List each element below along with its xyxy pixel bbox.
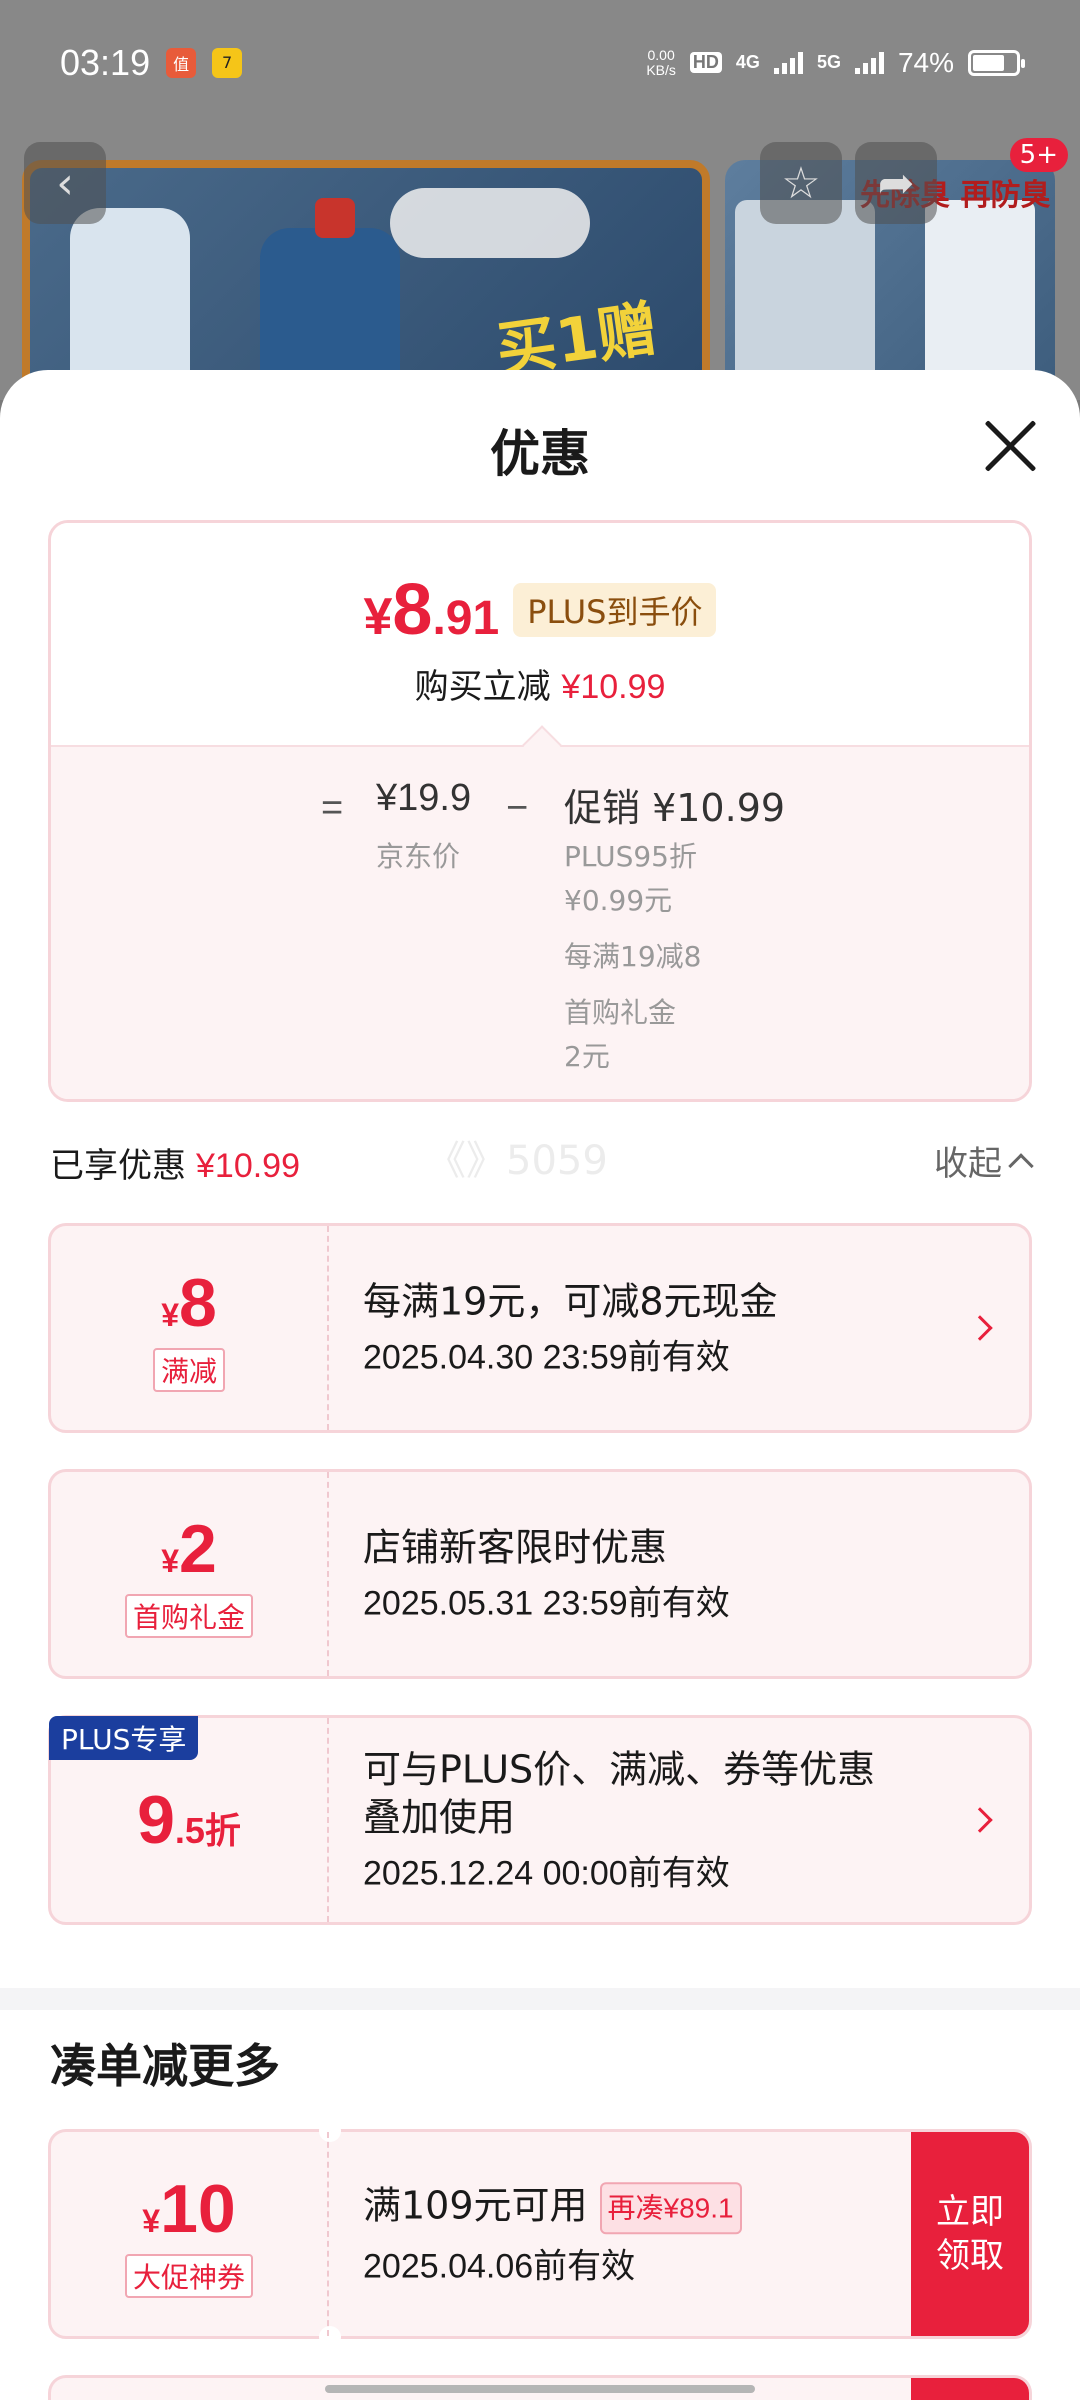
coupon-discount-int: 9	[137, 1782, 175, 1858]
coupon-amount-value: 10	[160, 2171, 236, 2247]
status-bar: 03:19 值 7 0.00 KB/s HD 4G 5G 74%	[0, 0, 1080, 125]
net-speed-value: 0.00	[647, 46, 675, 63]
enjoyed-value: ¥10.99	[196, 1147, 300, 1185]
battery-percent: 74%	[897, 46, 954, 78]
battery-level	[973, 54, 1005, 71]
home-indicator[interactable]	[325, 2385, 755, 2393]
coupon-validity: 2025.04.30 23:59前有效	[363, 1338, 730, 1377]
coupon-currency: ¥	[161, 1297, 179, 1333]
equals-sign: =	[321, 787, 344, 829]
coupon-validity: 2025.05.31 23:59前有效	[363, 1584, 730, 1623]
back-button[interactable]: ‹	[24, 142, 106, 224]
plus-price-tag: PLUS到手价	[513, 583, 717, 637]
section-title-more: 凑单减更多	[50, 2039, 280, 2093]
share-button[interactable]: ➦	[855, 142, 937, 224]
coupon-amount: ¥8	[161, 1264, 217, 1342]
coupon-currency: ¥	[142, 2203, 161, 2239]
jd-price: ¥19.9	[376, 777, 472, 819]
coupon-amount-area: ¥8 满减	[51, 1226, 329, 1430]
add-more-tag: 再凑¥89.1	[599, 2181, 742, 2234]
coupon-title-line2: 叠加使用	[363, 1795, 516, 1840]
coupon-type-tag: 首购礼金	[124, 1594, 253, 1638]
hd-icon: HD	[689, 52, 722, 73]
claimable-coupon-card: ¥10 大促神券 满109元可用 再凑¥89.1 2025.04.06前有效 立即…	[48, 2120, 1032, 2348]
close-icon[interactable]	[980, 416, 1040, 476]
coupon-card[interactable]: ¥8 满减 每满19元，可减8元现金 2025.04.30 23:59前有效	[48, 1223, 1032, 1433]
signal-5g-label: 5G	[816, 52, 841, 72]
signal-bars-icon-2	[854, 51, 884, 74]
coupon-title: 可与PLUS价、满减、券等优惠	[363, 1747, 876, 1792]
star-icon: ☆	[781, 157, 821, 209]
minus-sign: −	[506, 787, 529, 829]
coupon-title: 店铺新客限时优惠	[363, 1525, 668, 1570]
favorite-button[interactable]: ☆	[760, 142, 842, 224]
app-notification-icon-2: 7	[212, 47, 243, 78]
signal-bars-icon	[773, 51, 803, 74]
coupon-type-tag: 大促神券	[124, 2254, 253, 2298]
promo-total: 促销 ¥10.99	[564, 786, 786, 830]
enjoyed-discount: 已享优惠 ¥10.99	[50, 1138, 300, 1187]
coupon-title: 满109元可用	[363, 2183, 588, 2228]
coupon-validity: 2025.04.06前有效	[363, 2246, 636, 2285]
message-count-badge: 5+	[1009, 138, 1068, 172]
signal-4g-label: 4G	[735, 52, 760, 72]
promo-line: 每满19减8	[564, 940, 702, 973]
promo-line: PLUS95折	[564, 840, 697, 873]
app-notification-icon: 值	[166, 47, 197, 78]
promo-line: 2元	[564, 1040, 610, 1073]
plus-exclusive-badge: PLUS专享	[49, 1716, 199, 1760]
final-price-row: ¥8.91 PLUS到手价	[51, 569, 1029, 651]
instant-cut-value: ¥10.99	[561, 668, 666, 706]
promo-line: 首购礼金	[564, 996, 677, 1029]
watermark: 《》5059	[426, 1138, 608, 1184]
collapse-label: 收起	[934, 1144, 1002, 1184]
coupon-amount: ¥2	[161, 1510, 217, 1588]
sheet-title: 优惠	[490, 425, 590, 483]
instant-cut-row: 购买立减 ¥10.99	[51, 659, 1029, 708]
coupon-card-plus[interactable]: 9.5折 PLUS专享 可与PLUS价、满减、券等优惠 叠加使用 2025.12…	[48, 1715, 1032, 1925]
coupon-amount-value: 8	[178, 1265, 217, 1341]
coupon-amount: ¥10	[142, 2170, 235, 2248]
coupon-discount-decimal: .5折	[174, 1810, 241, 1851]
final-price-currency: ¥	[363, 588, 393, 646]
coupon-card[interactable]: ¥2 首购礼金 店铺新客限时优惠 2025.05.31 23:59前有效	[48, 1469, 1032, 1679]
coupon-discount: 9.5折	[137, 1781, 241, 1859]
claim-now-button[interactable]: 立即 领取	[911, 2132, 1029, 2336]
coupon-amount-value: 2	[178, 1511, 217, 1587]
coupon-title-row: 满109元可用 再凑¥89.1	[363, 2181, 889, 2234]
final-price-integer: 8	[392, 570, 433, 650]
coupon-title: 每满19元，可减8元现金	[363, 1279, 778, 1324]
battery-icon	[968, 49, 1025, 76]
promo-line: ¥0.99元	[564, 884, 673, 917]
jd-price-label: 京东价	[376, 840, 461, 873]
section-divider	[0, 1988, 1080, 2010]
claim-label-line2: 领取	[936, 2236, 1004, 2276]
coupon-amount-area: ¥10 大促神券	[51, 2132, 329, 2336]
discount-sheet: 优惠 ¥8.91 PLUS到手价 购买立减 ¥10.99 = ¥19.9 京东价…	[0, 370, 1080, 2400]
status-time: 03:19	[60, 41, 151, 83]
instant-cut-label: 购买立减	[414, 667, 551, 707]
final-price: ¥8.91	[364, 569, 500, 651]
price-summary-card: ¥8.91 PLUS到手价 购买立减 ¥10.99 = ¥19.9 京东价 − …	[48, 520, 1032, 1102]
final-price-decimal: .91	[432, 592, 500, 645]
network-speed: 0.00 KB/s	[646, 46, 676, 78]
share-icon: ➦	[877, 157, 915, 209]
claim-label-line1: 立即	[936, 2192, 1004, 2232]
collapse-button[interactable]: 收起	[934, 1136, 1034, 1185]
chevron-left-icon: ‹	[56, 157, 74, 209]
coupon-amount-area: ¥2 首购礼金	[51, 1472, 329, 1676]
chevron-right-icon	[967, 1315, 993, 1341]
coupon-currency: ¥	[161, 1543, 179, 1579]
claim-now-button-partial[interactable]	[911, 2378, 1029, 2400]
coupon-type-tag: 满减	[152, 1348, 225, 1392]
net-speed-unit: KB/s	[646, 61, 676, 78]
coupon-validity: 2025.12.24 00:00前有效	[363, 1854, 730, 1893]
enjoyed-label: 已享优惠	[50, 1146, 186, 1186]
price-breakdown: = ¥19.9 京东价 − 促销 ¥10.99 PLUS95折 ¥0.99元 每…	[51, 745, 1029, 1099]
chevron-up-icon	[1008, 1152, 1034, 1179]
chevron-right-icon	[967, 1807, 993, 1833]
